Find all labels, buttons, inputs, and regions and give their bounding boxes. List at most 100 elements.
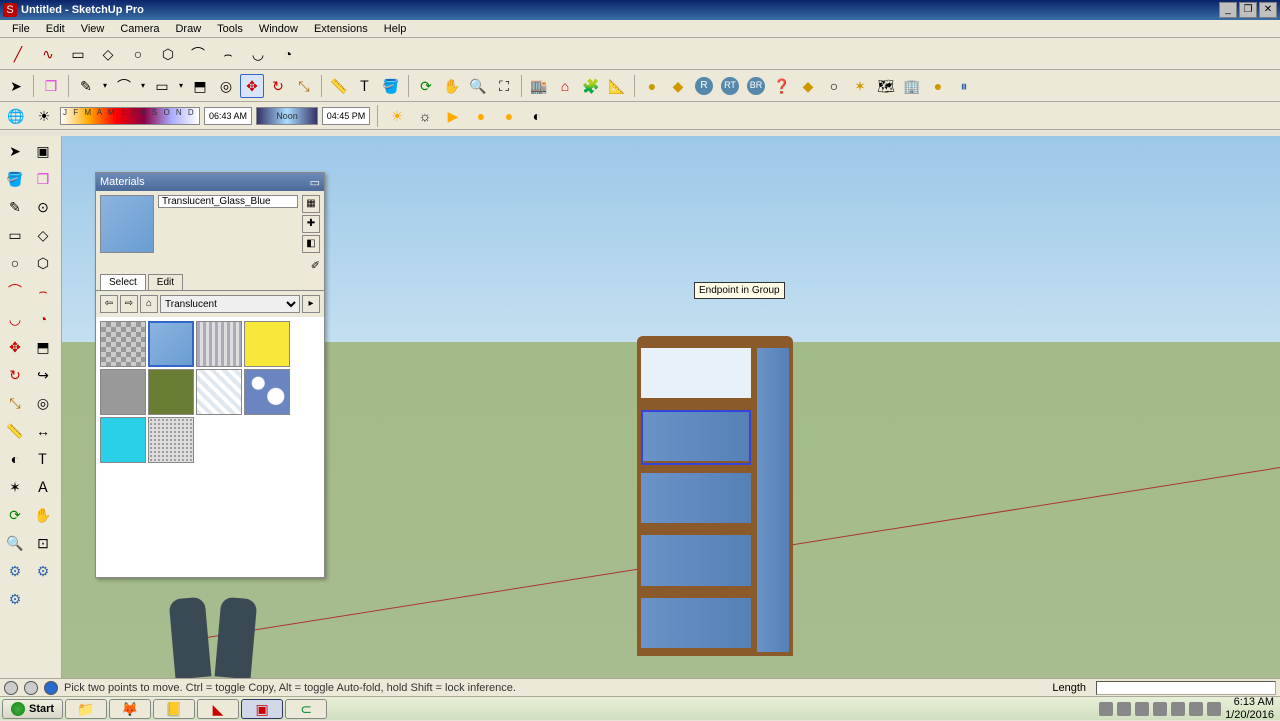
gear3-icon[interactable]: ⚙ (2, 586, 28, 612)
swatch-clouds[interactable] (244, 369, 290, 415)
select-icon[interactable]: ➤ (2, 138, 28, 164)
swatch-noise[interactable] (148, 417, 194, 463)
zoom2-icon[interactable]: 🔍 (2, 530, 28, 556)
plugin-9-icon[interactable]: ✶ (848, 74, 872, 98)
freehand-tool-icon[interactable]: ∿ (34, 40, 62, 68)
axes-icon[interactable]: ✶ (2, 474, 28, 500)
arc-tool-icon[interactable]: ⌒ (184, 40, 212, 68)
tray-icon-4[interactable] (1153, 702, 1167, 716)
zoomwin-icon[interactable]: ⊡ (30, 530, 56, 556)
text2-icon[interactable]: Ꭲ (30, 446, 56, 472)
sun-6-icon[interactable]: ◐ (525, 104, 549, 128)
tray-icon-1[interactable] (1099, 702, 1113, 716)
move2-icon[interactable]: ✥ (2, 334, 28, 360)
tape-tool-icon[interactable]: 📏 (327, 74, 351, 98)
taskbar-clock[interactable]: 6:13 AM 1/20/2016 (1225, 696, 1274, 720)
status-signed-in-icon[interactable] (44, 681, 58, 695)
materials-panel-close-icon[interactable]: ▭ (310, 176, 320, 189)
plugin-2-icon[interactable]: ◆ (666, 74, 690, 98)
circle-tool-icon[interactable]: ○ (124, 40, 152, 68)
minimize-button[interactable]: _ (1219, 2, 1237, 18)
shelf-4[interactable] (637, 531, 755, 593)
rotate2-icon[interactable]: ↻ (2, 362, 28, 388)
status-claim-icon[interactable] (24, 681, 38, 695)
arc-dropdown-arrow-icon[interactable]: ▾ (138, 74, 148, 98)
tray-icon-6[interactable] (1189, 702, 1203, 716)
poly2-icon[interactable]: ⬡ (30, 250, 56, 276)
material-preview-swatch[interactable] (100, 195, 154, 253)
rotrect2-icon[interactable]: ◇ (30, 222, 56, 248)
scale-tool-icon[interactable]: ⤡ (292, 74, 316, 98)
shelf-1[interactable] (637, 344, 755, 406)
line-tool-icon[interactable]: ╱ (4, 40, 32, 68)
plugin-11-icon[interactable]: 🏢 (900, 74, 924, 98)
create-material-icon[interactable]: ✚ (302, 215, 320, 233)
sun-1-icon[interactable]: ☀ (385, 104, 409, 128)
menu-camera[interactable]: Camera (112, 23, 167, 35)
swatch-cyan[interactable] (100, 417, 146, 463)
measurement-input[interactable] (1096, 681, 1276, 695)
plugin-10-icon[interactable]: 🗺 (874, 74, 898, 98)
rotated-rect-tool-icon[interactable]: ◇ (94, 40, 122, 68)
plugin-4-icon[interactable]: RT (718, 74, 742, 98)
rotate-tool-icon[interactable]: ↻ (266, 74, 290, 98)
plugin-5-icon[interactable]: BR (744, 74, 768, 98)
pie2-icon[interactable]: ◔ (30, 306, 56, 332)
zoom-tool-icon[interactable]: 🔍 (466, 74, 490, 98)
menu-window[interactable]: Window (251, 23, 306, 35)
circle2-icon[interactable]: ○ (2, 250, 28, 276)
library-dropdown[interactable]: Translucent (160, 295, 300, 313)
cabinet-door[interactable] (755, 344, 793, 656)
followme-icon[interactable]: ↪ (30, 362, 56, 388)
display-secondary-pane-icon[interactable]: ▦ (302, 195, 320, 213)
time-end-box[interactable]: 04:45 PM (322, 107, 370, 125)
swatch-stripe[interactable] (196, 321, 242, 367)
polygon-tool-icon[interactable]: ⬡ (154, 40, 182, 68)
maximize-button[interactable]: ❐ (1239, 2, 1257, 18)
pushpull2-icon[interactable]: ⬒ (30, 334, 56, 360)
paint-icon[interactable]: 🪣 (2, 166, 28, 192)
taskbar-app6-icon[interactable]: ⊂ (285, 699, 327, 719)
nav-home-icon[interactable]: ⌂ (140, 295, 158, 313)
shelf-5[interactable] (637, 594, 755, 656)
shelf-3[interactable] (637, 469, 755, 531)
pie-tool-icon[interactable]: ◔ (274, 40, 302, 68)
sun-2-icon[interactable]: ☼ (413, 104, 437, 128)
month-slider[interactable]: J F M A M J J A S O N D (60, 107, 200, 125)
tray-icon-7[interactable] (1207, 702, 1221, 716)
shadow-toggle-icon[interactable]: 🌐 (4, 104, 28, 128)
text-tool-icon[interactable]: Ꭲ (353, 74, 377, 98)
menu-extensions[interactable]: Extensions (306, 23, 376, 35)
arc4-icon[interactable]: ◡ (2, 306, 28, 332)
swatch-yellow[interactable] (244, 321, 290, 367)
warehouse-icon[interactable]: 🏬 (527, 74, 551, 98)
shape-dropdown-icon[interactable]: ▭ (150, 74, 174, 98)
3dtext-icon[interactable]: Ａ (30, 474, 56, 500)
menu-tools[interactable]: Tools (209, 23, 251, 35)
tab-edit[interactable]: Edit (148, 274, 183, 290)
move-tool-icon[interactable]: ✥ (240, 74, 264, 98)
sun-5-icon[interactable]: ● (497, 104, 521, 128)
model-cabinet[interactable] (637, 336, 793, 656)
set-default-icon[interactable]: ◧ (302, 235, 320, 253)
pan2-icon[interactable]: ✋ (30, 502, 56, 528)
orbit2-icon[interactable]: ⟳ (2, 502, 28, 528)
pan-tool-icon[interactable]: ✋ (440, 74, 464, 98)
shadow-settings-icon[interactable]: ☀ (32, 104, 56, 128)
scale2-icon[interactable]: ⤡ (2, 390, 28, 416)
3pt-arc-tool-icon[interactable]: ◡ (244, 40, 272, 68)
tab-select[interactable]: Select (100, 274, 146, 290)
rect2-icon[interactable]: ▭ (2, 222, 28, 248)
components-icon[interactable]: ⌂ (553, 74, 577, 98)
rectangle-tool-icon[interactable]: ▭ (64, 40, 92, 68)
plugin-6-icon[interactable]: ❓ (770, 74, 794, 98)
taskbar-sketchup-icon[interactable]: ▣ (241, 699, 283, 719)
offset2-icon[interactable]: ◎ (30, 390, 56, 416)
plugin-13-icon[interactable]: ⏸ (952, 74, 976, 98)
plugin-7-icon[interactable]: ◆ (796, 74, 820, 98)
sun-3-icon[interactable]: ▶ (441, 104, 465, 128)
plugin-1-icon[interactable]: ● (640, 74, 664, 98)
arc-dropdown-icon[interactable]: ⌒ (112, 74, 136, 98)
plugin-8-icon[interactable]: ○ (822, 74, 846, 98)
menu-draw[interactable]: Draw (167, 23, 209, 35)
